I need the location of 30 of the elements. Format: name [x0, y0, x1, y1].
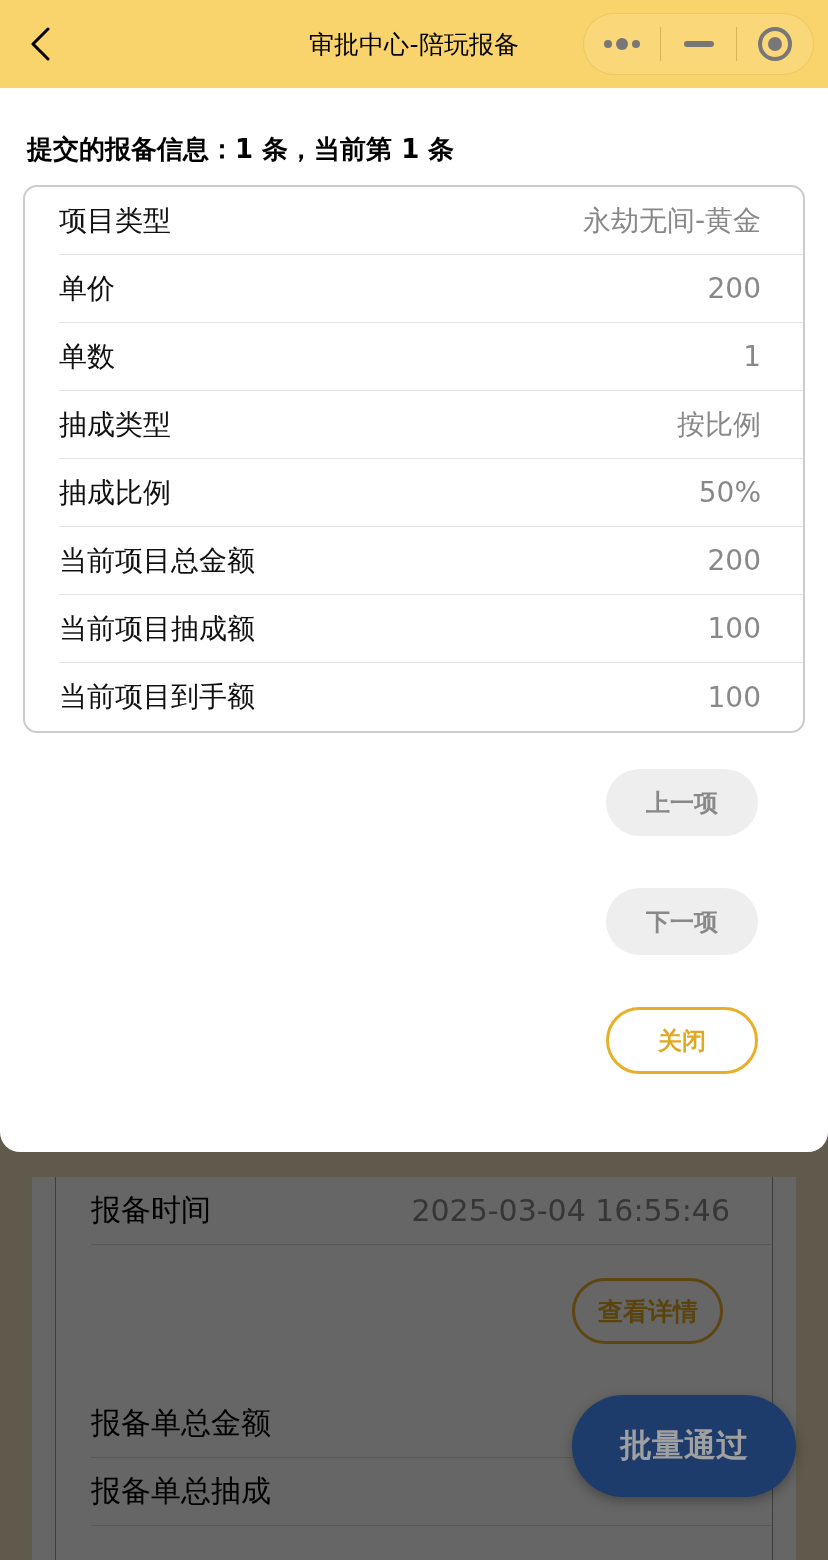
field-value: 200 — [707, 544, 761, 577]
field-value: 永劫无间-黄金 — [582, 202, 761, 239]
field-value: 50% — [698, 476, 761, 509]
field-label: 当前项目到手额 — [59, 679, 255, 715]
field-label: 当前项目抽成额 — [59, 610, 255, 647]
close-icon[interactable] — [757, 26, 794, 62]
field-value: 100 — [707, 612, 761, 645]
field-label: 报备单总抽成 — [91, 1472, 271, 1510]
dialog-heading: 提交的报备信息：1 条，当前第 1 条 — [27, 133, 456, 166]
minimize-icon[interactable] — [683, 41, 714, 47]
field-label: 单价 — [59, 270, 115, 307]
field-value: 按比例 — [677, 406, 761, 443]
field-label: 项目类型 — [59, 202, 171, 239]
field-label: 当前项目总金额 — [59, 542, 255, 579]
close-button[interactable]: 关闭 — [606, 1007, 758, 1074]
nav-button[interactable]: 上一项 — [606, 769, 758, 836]
field-label: 抽成类型 — [59, 406, 171, 443]
field-label: 报备单总金额 — [91, 1404, 271, 1442]
more-icon[interactable] — [601, 37, 642, 51]
details-button[interactable]: 查看详情 — [572, 1278, 723, 1344]
page-title: 审批中心-陪玩报备 — [309, 28, 519, 61]
back-icon[interactable] — [30, 27, 50, 61]
field-label: 抽成比例 — [59, 474, 171, 511]
approve-all-button[interactable]: 批量通过 — [572, 1395, 796, 1497]
field-value: 200 — [707, 272, 761, 305]
nav-button[interactable]: 下一项 — [606, 888, 758, 955]
field-label: 单数 — [59, 338, 115, 375]
field-value: 1 — [743, 340, 761, 373]
field-value: 100 — [707, 680, 761, 714]
field-label: 报备时间 — [91, 1191, 211, 1229]
